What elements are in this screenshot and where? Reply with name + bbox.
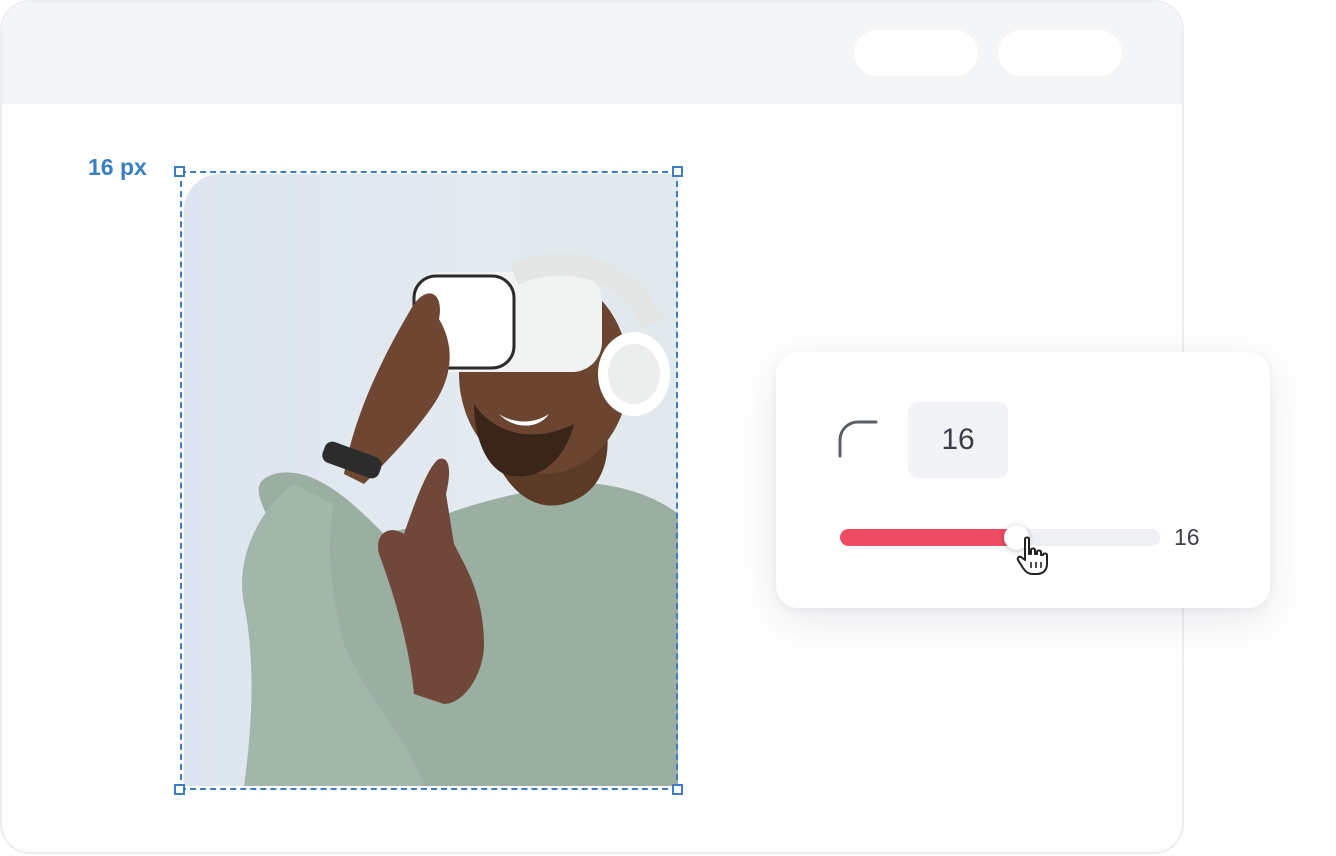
corner-radius-icon — [838, 420, 878, 458]
selection-outline — [180, 171, 678, 790]
hand-pointer-icon — [1016, 536, 1048, 575]
radius-slider[interactable] — [840, 525, 1160, 550]
radius-size-label: 16 px — [88, 154, 147, 180]
toolbar-pill-button[interactable] — [998, 30, 1122, 76]
resize-handle-bottom-left[interactable] — [174, 784, 185, 795]
resize-handle-bottom-right[interactable] — [672, 784, 683, 795]
toolbar-pill-button[interactable] — [854, 30, 978, 76]
corner-radius-panel: 16 16 — [776, 352, 1270, 608]
radius-value-input[interactable]: 16 — [908, 402, 1008, 478]
window-titlebar — [2, 2, 1182, 104]
slider-fill — [840, 529, 1016, 546]
resize-handle-top-right[interactable] — [672, 166, 683, 177]
resize-handle-top-left[interactable] — [174, 166, 185, 177]
slider-value-label: 16 — [1174, 524, 1200, 550]
